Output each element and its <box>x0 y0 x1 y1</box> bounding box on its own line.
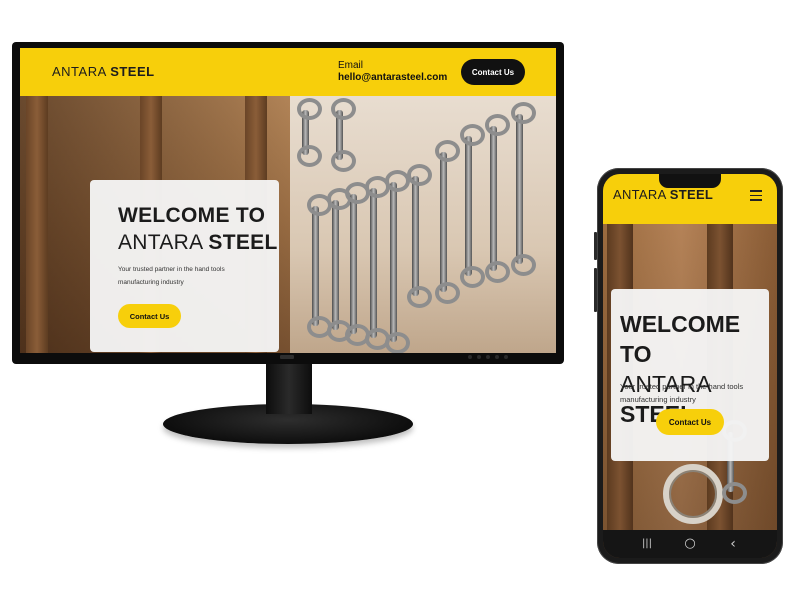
back-icon[interactable]: ‹ <box>725 536 741 552</box>
mobile-brand-logo[interactable]: ANTARA STEEL <box>613 187 713 202</box>
cable-coil-image <box>663 464 723 524</box>
recents-icon[interactable]: ||| <box>639 536 655 552</box>
wood-plank <box>26 96 48 353</box>
mobile-hero-card: WELCOME TO ANTARA STEEL Your trusted par… <box>611 289 769 461</box>
desktop-hero-card: WELCOME TO ANTARA STEEL Your trusted par… <box>90 180 279 352</box>
phone-notch <box>659 174 721 188</box>
android-nav-bar: ||| ○ ‹ <box>603 530 777 558</box>
mobile-phone: ANTARA STEEL WELCOME TO ANTARA STEEL <box>597 168 783 564</box>
monitor-button <box>468 355 472 359</box>
hamburger-menu-icon[interactable] <box>750 190 762 204</box>
pegboard-panel <box>290 96 556 353</box>
wrench-image <box>345 182 370 346</box>
wrench-image <box>460 124 485 288</box>
brand-bold-text: STEEL <box>110 64 155 79</box>
hero-title-light: ANTARA <box>118 231 203 254</box>
desktop-site-header: ANTARA STEEL Email hello@antarasteel.com… <box>20 48 556 96</box>
wrench-image <box>485 114 510 283</box>
wrench-image <box>365 176 390 350</box>
hero-title-line1: WELCOME TO <box>118 204 266 227</box>
monitor-button <box>504 355 508 359</box>
monitor-button <box>486 355 490 359</box>
hero-title-line2: ANTARA STEEL <box>118 229 278 256</box>
wrench-image <box>435 140 460 304</box>
header-contact-button[interactable]: Contact Us <box>461 59 525 85</box>
wrench-image <box>307 194 332 338</box>
mobile-screen: ANTARA STEEL WELCOME TO ANTARA STEEL <box>603 174 777 558</box>
header-email-block: Email hello@antarasteel.com <box>338 60 447 84</box>
mobile-hero-background: WELCOME TO ANTARA STEEL Your trusted par… <box>603 224 777 530</box>
desktop-screen: ANTARA STEEL Email hello@antarasteel.com… <box>20 48 556 353</box>
brand-bold-text: STEEL <box>669 187 714 202</box>
monitor-button <box>477 355 481 359</box>
desktop-monitor: ANTARA STEEL Email hello@antarasteel.com… <box>12 42 564 364</box>
hero-title-line1: WELCOME TO <box>620 311 741 367</box>
desktop-hero-contact-button[interactable]: Contact Us <box>118 304 181 328</box>
wrench-image <box>297 98 322 167</box>
email-label: Email <box>338 60 364 71</box>
monitor-brand-logo <box>280 355 294 359</box>
desktop-brand-logo[interactable]: ANTARA STEEL <box>52 64 155 79</box>
wrench-image <box>327 188 352 342</box>
monitor-stand-neck <box>266 364 312 414</box>
desktop-hero-title: WELCOME TO ANTARA STEEL <box>118 202 278 256</box>
mobile-hero-subtitle: Your trusted partner in the hand tools m… <box>620 382 744 404</box>
mobile-hero-contact-button[interactable]: Contact Us <box>656 409 724 435</box>
brand-light-text: ANTARA <box>52 64 107 79</box>
email-link[interactable]: hello@antarasteel.com <box>338 72 447 84</box>
wrench-image <box>407 164 432 308</box>
monitor-button <box>495 355 499 359</box>
wrench-image <box>331 98 356 172</box>
wrench-image <box>385 170 410 353</box>
hero-title-bold: STEEL <box>208 231 278 254</box>
wrench-image <box>511 102 536 276</box>
desktop-hero-subtitle: Your trusted partner in the hand tools m… <box>118 266 225 286</box>
monitor-control-buttons <box>468 355 508 359</box>
brand-light-text: ANTARA <box>613 187 666 202</box>
home-icon[interactable]: ○ <box>682 536 698 552</box>
